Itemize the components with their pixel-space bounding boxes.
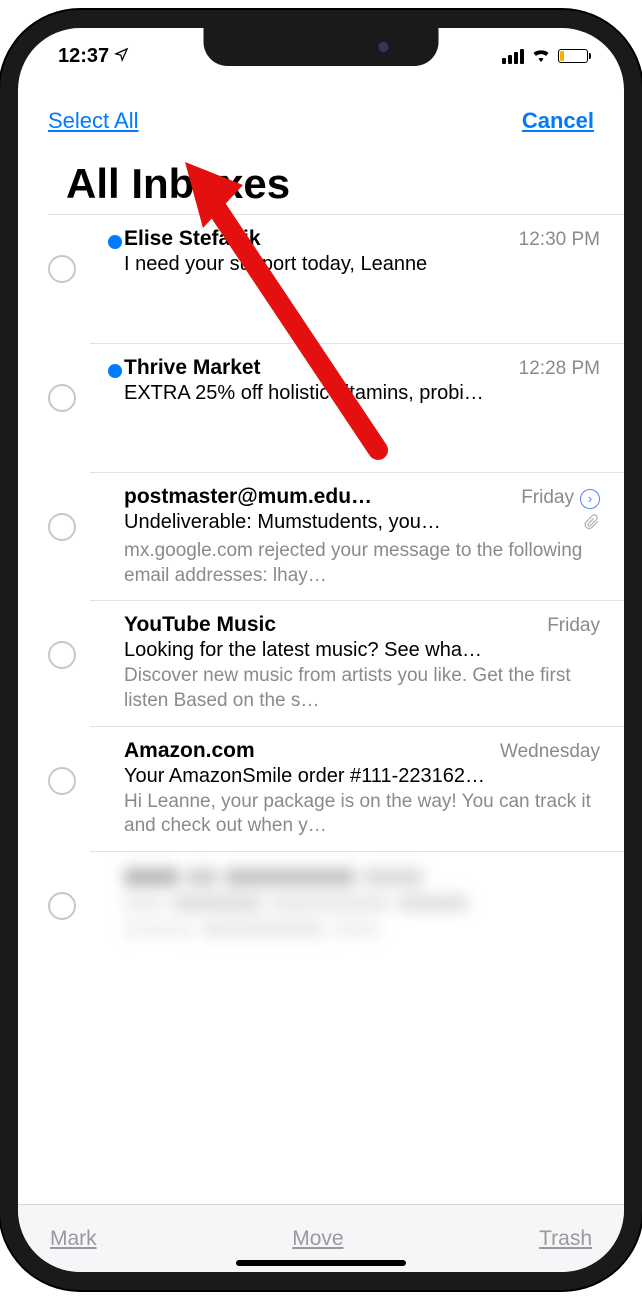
- mail-item[interactable]: YouTube Music Friday Looking for the lat…: [18, 601, 624, 725]
- email-subject: EXTRA 25% off holistic vitamins, probi…: [100, 382, 600, 405]
- email-time: Wednesday: [500, 741, 600, 763]
- cancel-button[interactable]: Cancel: [522, 108, 594, 134]
- email-subject: Looking for the latest music? See wha…: [100, 639, 600, 662]
- select-checkbox[interactable]: [48, 892, 76, 920]
- unread-indicator-icon: [108, 235, 122, 249]
- trash-button[interactable]: Trash: [539, 1227, 592, 1251]
- email-time: Friday: [521, 487, 574, 509]
- battery-icon: [558, 49, 588, 63]
- attachment-icon: [584, 513, 600, 537]
- sender-name: Thrive Market: [100, 356, 509, 380]
- sender-name: postmaster@mum.edu…: [100, 485, 511, 509]
- email-time: 12:30 PM: [519, 229, 600, 251]
- mail-item[interactable]: Amazon.com Wednesday Your AmazonSmile or…: [18, 727, 624, 851]
- cellular-signal-icon: [502, 49, 524, 64]
- sender-name: YouTube Music: [100, 613, 537, 637]
- unread-indicator-icon: [108, 364, 122, 378]
- mail-item-redacted[interactable]: [18, 852, 624, 950]
- select-checkbox[interactable]: [48, 384, 76, 412]
- wifi-icon: [531, 46, 551, 67]
- select-checkbox[interactable]: [48, 767, 76, 795]
- mark-button[interactable]: Mark: [50, 1227, 97, 1251]
- home-indicator[interactable]: [236, 1260, 406, 1266]
- email-preview: mx.google.com rejected your message to t…: [100, 539, 600, 588]
- page-title: All Inboxes: [18, 144, 624, 214]
- redacted-content: [100, 864, 600, 938]
- mail-item[interactable]: Thrive Market 12:28 PM EXTRA 25% off hol…: [18, 344, 624, 472]
- email-time: 12:28 PM: [519, 358, 600, 380]
- nav-bar: Select All Cancel: [18, 84, 624, 144]
- sender-name: Amazon.com: [100, 739, 490, 763]
- move-button[interactable]: Move: [292, 1227, 343, 1251]
- sender-name: Elise Stefanik: [100, 227, 509, 251]
- email-preview: Hi Leanne, your package is on the way! Y…: [100, 790, 600, 839]
- select-all-button[interactable]: Select All: [48, 108, 139, 134]
- status-time: 12:37: [58, 45, 109, 68]
- select-checkbox[interactable]: [48, 513, 76, 541]
- mail-list: Elise Stefanik 12:30 PM I need your supp…: [18, 215, 624, 1204]
- email-preview: Discover new music from artists you like…: [100, 664, 600, 713]
- select-checkbox[interactable]: [48, 255, 76, 283]
- thread-chevron-icon[interactable]: ›: [580, 489, 600, 509]
- mail-item[interactable]: postmaster@mum.edu… Friday › Undeliverab…: [18, 473, 624, 600]
- email-subject: Undeliverable: Mumstudents, you…: [100, 511, 584, 537]
- mail-item[interactable]: Elise Stefanik 12:30 PM I need your supp…: [18, 215, 624, 343]
- select-checkbox[interactable]: [48, 641, 76, 669]
- email-subject: Your AmazonSmile order #111-223162…: [100, 765, 600, 788]
- email-time: Friday: [547, 615, 600, 637]
- email-subject: I need your support today, Leanne: [100, 253, 600, 276]
- location-services-icon: [114, 47, 129, 66]
